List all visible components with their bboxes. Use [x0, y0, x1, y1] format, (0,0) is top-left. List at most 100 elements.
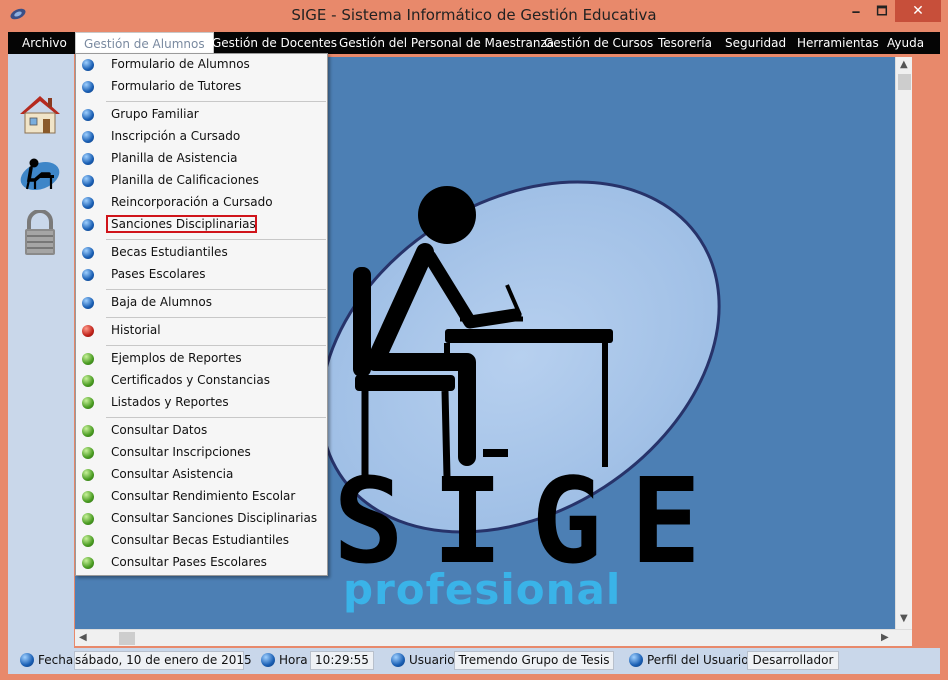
menu-item-formulario-alumnos[interactable]: Formulario de Alumnos	[78, 54, 327, 76]
menu-item-label: Pases Escolares	[111, 267, 206, 281]
app-window: SIGE - Sistema Informático de Gestión Ed…	[0, 0, 948, 680]
menu-item-consultar-sanciones[interactable]: Consultar Sanciones Disciplinarias	[78, 508, 327, 530]
perfil-value: Desarrollador	[747, 651, 839, 670]
menu-gestion-cursos[interactable]: Gestión de Cursos	[544, 32, 653, 54]
blue-bullet-icon	[82, 219, 94, 231]
menu-herramientas[interactable]: Herramientas	[797, 32, 879, 54]
hora-value: 10:29:55	[310, 651, 374, 670]
green-bullet-icon	[82, 469, 94, 481]
menu-item-planilla-calificaciones[interactable]: Planilla de Calificaciones	[78, 170, 327, 192]
menu-item-label: Reincorporación a Cursado	[111, 195, 273, 209]
menu-item-label: Planilla de Calificaciones	[111, 173, 259, 187]
padlock-icon[interactable]	[18, 210, 62, 256]
menu-item-consultar-pases[interactable]: Consultar Pases Escolares	[78, 552, 327, 574]
menu-item-ejemplos-reportes[interactable]: Ejemplos de Reportes	[78, 348, 327, 370]
menu-separator	[106, 289, 326, 290]
menu-item-label: Becas Estudiantiles	[111, 245, 228, 259]
menu-item-label: Consultar Asistencia	[111, 467, 234, 481]
menu-gestion-personal[interactable]: Gestión del Personal de Maestranza	[339, 32, 554, 54]
menu-item-consultar-asistencia[interactable]: Consultar Asistencia	[78, 464, 327, 486]
blue-bullet-icon	[82, 109, 94, 121]
menu-item-inscripcion-cursado[interactable]: Inscripción a Cursado	[78, 126, 327, 148]
menu-item-formulario-tutores[interactable]: Formulario de Tutores	[78, 76, 327, 98]
menu-item-sanciones-disciplinarias[interactable]: Sanciones Disciplinarias	[78, 214, 327, 236]
horizontal-scrollbar[interactable]: ◀ ▶	[75, 629, 912, 646]
menu-item-planilla-asistencia[interactable]: Planilla de Asistencia	[78, 148, 327, 170]
title-bar[interactable]: SIGE - Sistema Informático de Gestión Ed…	[0, 0, 948, 31]
menu-item-label: Historial	[111, 323, 161, 337]
green-bullet-icon	[82, 447, 94, 459]
logo-text: SIGE	[333, 452, 730, 590]
vertical-scroll-thumb[interactable]	[898, 74, 911, 90]
fecha-label: Fecha	[38, 653, 74, 667]
fecha-value: sábado, 10 de enero de 2015	[74, 651, 252, 670]
usuario-value: Tremendo Grupo de Tesis	[454, 651, 614, 670]
highlight-box	[106, 215, 257, 233]
horizontal-scroll-thumb[interactable]	[119, 632, 135, 645]
menu-item-label: Consultar Rendimiento Escolar	[111, 489, 296, 503]
green-bullet-icon	[82, 535, 94, 547]
scroll-left-arrow-icon[interactable]: ◀	[79, 632, 87, 643]
left-toolbar	[8, 54, 74, 648]
scroll-right-arrow-icon[interactable]: ▶	[881, 632, 889, 643]
usuario-status-icon	[391, 653, 405, 667]
menu-gestion-docentes[interactable]: Gestión de Docentes	[212, 32, 337, 54]
menu-item-label: Baja de Alumnos	[111, 295, 212, 309]
menu-separator	[106, 417, 326, 418]
menu-item-label: Inscripción a Cursado	[111, 129, 241, 143]
usuario-label: Usuario	[409, 653, 455, 667]
menu-item-consultar-inscripciones[interactable]: Consultar Inscripciones	[78, 442, 327, 464]
menu-item-baja-alumnos[interactable]: Baja de Alumnos	[78, 292, 327, 314]
blue-bullet-icon	[82, 81, 94, 93]
green-bullet-icon	[82, 397, 94, 409]
scroll-up-arrow-icon[interactable]: ▲	[900, 59, 908, 70]
menu-item-label: Consultar Datos	[111, 423, 208, 437]
window-title: SIGE - Sistema Informático de Gestión Ed…	[291, 6, 657, 24]
perfil-label: Perfil del Usuario	[647, 653, 749, 667]
scroll-down-arrow-icon[interactable]: ▼	[900, 613, 908, 624]
hora-status-icon	[261, 653, 275, 667]
menu-item-label: Consultar Sanciones Disciplinarias	[111, 511, 318, 525]
close-button[interactable]: ✕	[895, 0, 941, 22]
menu-archivo[interactable]: Archivo	[22, 32, 67, 54]
green-bullet-icon	[82, 353, 94, 365]
maximize-button[interactable]: 🗖	[869, 0, 895, 22]
menu-item-label: Consultar Becas Estudiantiles	[111, 533, 290, 547]
menu-item-listados-reportes[interactable]: Listados y Reportes	[78, 392, 327, 414]
menu-separator	[106, 345, 326, 346]
menu-item-label: Formulario de Alumnos	[111, 57, 250, 71]
menu-item-pases-escolares[interactable]: Pases Escolares	[78, 264, 327, 286]
menu-separator	[106, 101, 326, 102]
blue-bullet-icon	[82, 297, 94, 309]
perfil-status-icon	[629, 653, 643, 667]
menu-item-consultar-rendimiento[interactable]: Consultar Rendimiento Escolar	[78, 486, 327, 508]
menu-seguridad[interactable]: Seguridad	[725, 32, 786, 54]
alumnos-dropdown-menu: Formulario de Alumnos Formulario de Tuto…	[75, 53, 328, 576]
hora-label: Hora	[279, 653, 308, 667]
menu-separator	[106, 317, 326, 318]
green-bullet-icon	[82, 557, 94, 569]
menu-item-consultar-becas[interactable]: Consultar Becas Estudiantiles	[78, 530, 327, 552]
blue-bullet-icon	[82, 197, 94, 209]
menu-item-becas-estudiantiles[interactable]: Becas Estudiantiles	[78, 242, 327, 264]
menu-ayuda[interactable]: Ayuda	[887, 32, 924, 54]
logo-subtext: profesional	[343, 565, 622, 614]
menu-item-certificados-constancias[interactable]: Certificados y Constancias	[78, 370, 327, 392]
student-desk-icon[interactable]	[18, 152, 62, 198]
menu-item-label: Planilla de Asistencia	[111, 151, 238, 165]
menu-item-historial[interactable]: Historial	[78, 320, 327, 342]
green-bullet-icon	[82, 513, 94, 525]
menu-item-reincorporacion-cursado[interactable]: Reincorporación a Cursado	[78, 192, 327, 214]
menu-item-label: Certificados y Constancias	[111, 373, 270, 387]
menu-item-label: Consultar Pases Escolares	[111, 555, 267, 569]
minimize-button[interactable]: 🗕	[843, 0, 869, 22]
menu-item-grupo-familiar[interactable]: Grupo Familiar	[78, 104, 327, 126]
menu-item-label: Listados y Reportes	[111, 395, 229, 409]
blue-bullet-icon	[82, 59, 94, 71]
vertical-scrollbar[interactable]: ▲ ▼	[895, 57, 912, 629]
menu-tesoreria[interactable]: Tesorería	[658, 32, 712, 54]
menu-gestion-alumnos[interactable]: Gestión de Alumnos	[75, 32, 214, 54]
home-icon[interactable]	[18, 92, 62, 138]
green-bullet-icon	[82, 491, 94, 503]
menu-item-consultar-datos[interactable]: Consultar Datos	[78, 420, 327, 442]
